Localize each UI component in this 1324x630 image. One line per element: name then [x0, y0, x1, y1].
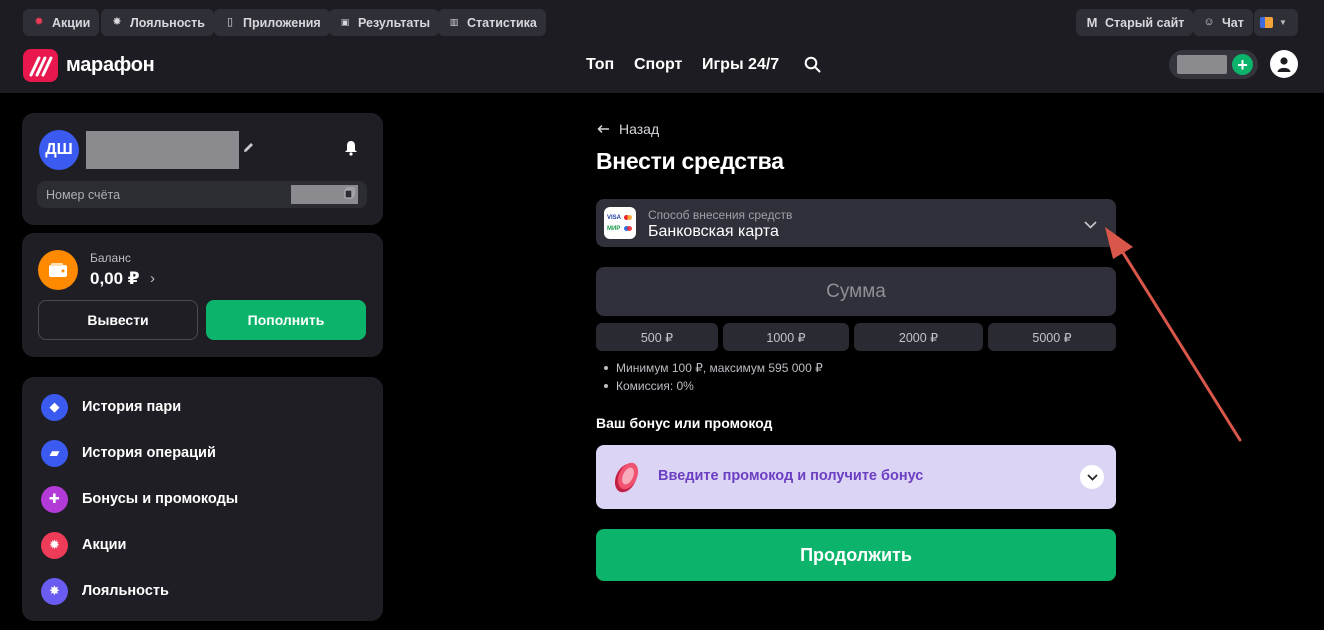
chevron-right-icon[interactable]: › — [150, 270, 155, 287]
language-selector[interactable]: ▼ — [1254, 9, 1298, 36]
continue-button[interactable]: Продолжить — [596, 529, 1116, 581]
preset-amount-2000[interactable]: 2000 ₽ — [854, 323, 983, 351]
amount-input[interactable]: Сумма — [596, 267, 1116, 316]
wallet-icon: ▰ — [41, 439, 68, 467]
top-header: ✹ Акции ✸ Лояльность ▯ Приложения ▣ Резу… — [0, 0, 1324, 93]
bet-history-icon: ◆ — [41, 393, 68, 421]
bullet — [604, 384, 608, 388]
promo-code-panel[interactable]: Введите промокод и получите бонус — [596, 445, 1116, 509]
logo-text: марафон — [66, 54, 155, 76]
old-site-icon: M — [1086, 15, 1098, 30]
flag-icon — [1260, 17, 1273, 28]
preset-amount-1000[interactable]: 1000 ₽ — [723, 323, 849, 351]
search-icon[interactable] — [804, 56, 821, 78]
stats-icon: ▥ — [449, 17, 459, 27]
account-number-field: Номер счёта — [37, 181, 367, 208]
nav-games[interactable]: Игры 24/7 — [702, 56, 779, 74]
topbar-promo-link[interactable]: ✹ Акции — [23, 9, 100, 36]
user-icon[interactable] — [1270, 50, 1298, 78]
header-balance-chip[interactable]: + — [1169, 50, 1258, 79]
payment-method-select[interactable]: VISA МИР Способ внесения средств Банковс… — [596, 199, 1116, 247]
account-number-label: Номер счёта — [46, 187, 121, 202]
chevron-down-icon — [1084, 216, 1097, 234]
logo-mark-icon — [23, 49, 58, 82]
promo-icon: ✹ — [41, 531, 68, 559]
bullet — [604, 366, 608, 370]
menu-item-loyalty[interactable]: ✸ Лояльность — [41, 577, 169, 605]
gift-icon: ✚ — [41, 485, 68, 513]
profile-card: ДШ Номер счёта — [22, 113, 383, 225]
deposit-button[interactable]: Пополнить — [206, 300, 366, 340]
topbar-apps-link[interactable]: ▯ Приложения — [214, 9, 330, 36]
nav-sport[interactable]: Спорт — [634, 56, 682, 74]
promo-code-prompt: Введите промокод и получите бонус — [658, 468, 924, 484]
withdraw-button[interactable]: Вывести — [38, 300, 198, 340]
menu-item-bonuses[interactable]: ✚ Бонусы и промокоды — [41, 485, 238, 513]
chat-icon: ☺ — [1203, 16, 1215, 28]
menu-item-operations-history[interactable]: ▰ История операций — [41, 439, 216, 467]
annotation-arrow — [1105, 227, 1242, 442]
phone-icon: ▯ — [226, 16, 234, 28]
avatar: ДШ — [39, 130, 79, 170]
wallet-icon — [38, 250, 78, 290]
nav-top[interactable]: Топ — [586, 56, 614, 74]
menu-item-bet-history[interactable]: ◆ История пари — [41, 393, 181, 421]
menu-item-promotions[interactable]: ✹ Акции — [41, 531, 126, 559]
promo-icon: ✹ — [34, 16, 44, 28]
balance-amount[interactable]: 0,00 ₽ — [90, 269, 140, 289]
balance-card: Баланс 0,00 ₽ › Вывести Пополнить — [22, 233, 383, 357]
copy-icon[interactable] — [344, 187, 355, 202]
redacted-balance — [1177, 55, 1227, 74]
star-icon: ✸ — [112, 16, 122, 28]
pencil-icon[interactable] — [242, 141, 255, 159]
deposit-limits-note: Минимум 100 ₽, максимум 595 000 ₽ — [604, 361, 823, 375]
chevron-down-icon[interactable] — [1080, 465, 1104, 489]
payment-method-value: Банковская карта — [648, 223, 779, 240]
topbar-results-link[interactable]: ▣ Результаты — [329, 9, 440, 36]
logo[interactable]: марафон — [23, 49, 155, 82]
redacted-user-name — [86, 131, 239, 169]
old-site-link[interactable]: M Старый сайт — [1076, 9, 1194, 36]
payment-method-label: Способ внесения средств — [648, 208, 793, 222]
preset-amount-5000[interactable]: 5000 ₽ — [988, 323, 1116, 351]
preset-amount-500[interactable]: 500 ₽ — [596, 323, 718, 351]
promo-coin-icon — [610, 459, 644, 500]
results-icon: ▣ — [340, 17, 350, 27]
bonus-section-title: Ваш бонус или промокод — [596, 415, 773, 431]
chat-link[interactable]: ☺ Чат — [1193, 9, 1253, 36]
arrow-left-icon — [597, 124, 609, 134]
bell-icon[interactable] — [344, 140, 358, 161]
star-icon: ✸ — [41, 577, 68, 605]
commission-note: Комиссия: 0% — [604, 379, 694, 393]
balance-label: Баланс — [90, 251, 131, 265]
plus-icon[interactable]: + — [1232, 54, 1253, 75]
page-title: Внести средства — [596, 148, 784, 174]
topbar-loyalty-link[interactable]: ✸ Лояльность — [101, 9, 214, 36]
chevron-down-icon: ▼ — [1279, 18, 1287, 27]
bank-cards-icon: VISA МИР — [604, 207, 636, 239]
topbar-stats-link[interactable]: ▥ Статистика — [438, 9, 546, 36]
back-link[interactable]: Назад — [597, 121, 659, 137]
account-menu: ◆ История пари ▰ История операций ✚ Бону… — [22, 377, 383, 621]
